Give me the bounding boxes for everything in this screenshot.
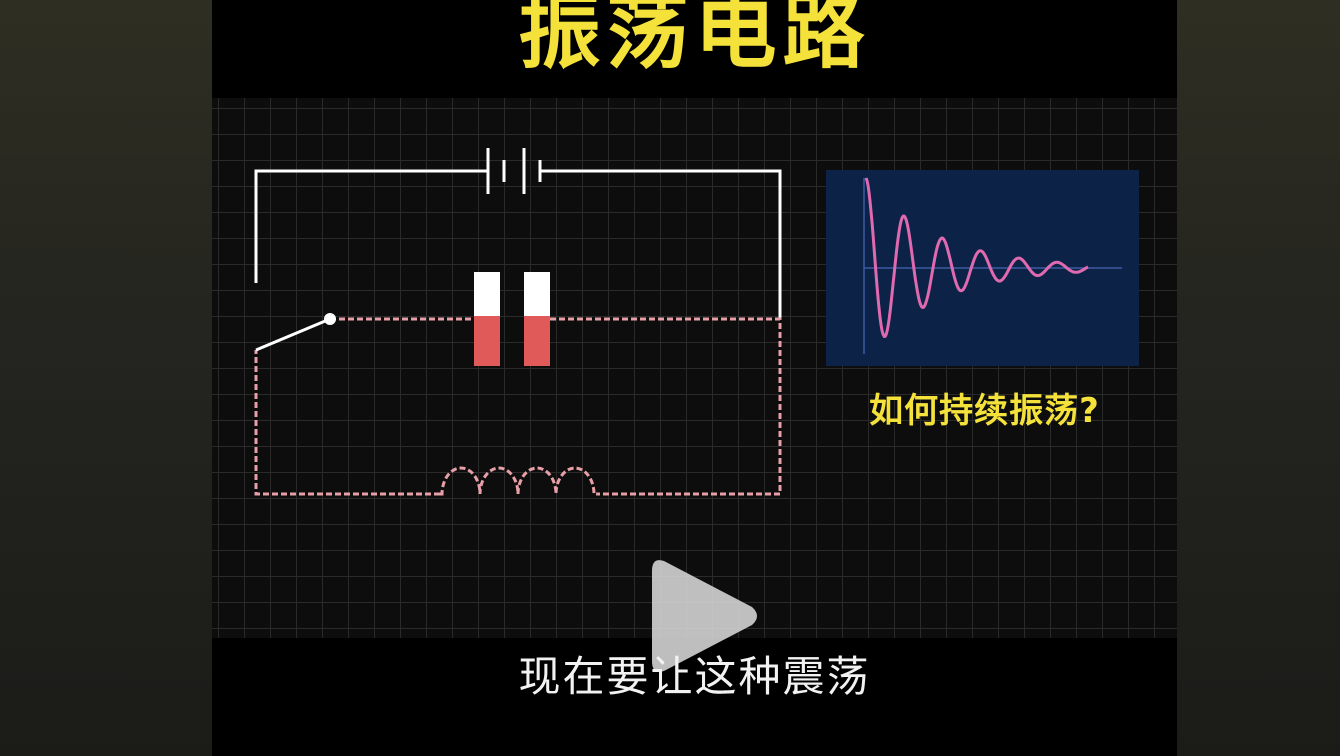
capacitor-plate-left-charge [474, 316, 500, 366]
capacitor-plate-left-top [474, 272, 500, 316]
damped-oscillation-graph [826, 170, 1139, 366]
capacitor-plate-right-charge [524, 316, 550, 366]
switch-arm [255, 317, 331, 352]
wire-top-right [540, 169, 782, 318]
question-label: 如何持续振荡? [869, 391, 1100, 431]
circuit-animation-canvas: 如何持续振荡? [212, 98, 1177, 672]
capacitor-plate-right-top [524, 272, 550, 316]
wire-inductor-to-switch [254, 350, 440, 496]
switch-contact [324, 313, 336, 325]
wire-top-left [254, 169, 488, 283]
damped-wave-line [864, 177, 1089, 338]
wire-capacitor-to-inductor [550, 317, 782, 496]
video-title: 振荡电路 [518, 0, 871, 80]
inductor-coil [440, 466, 597, 496]
video-subtitle: 现在要让这种震荡 [518, 652, 871, 701]
video-player[interactable]: 振荡电路 如何持续振荡? 现在要让这种震荡 [212, 0, 1177, 756]
waveform-plot [863, 177, 1122, 354]
